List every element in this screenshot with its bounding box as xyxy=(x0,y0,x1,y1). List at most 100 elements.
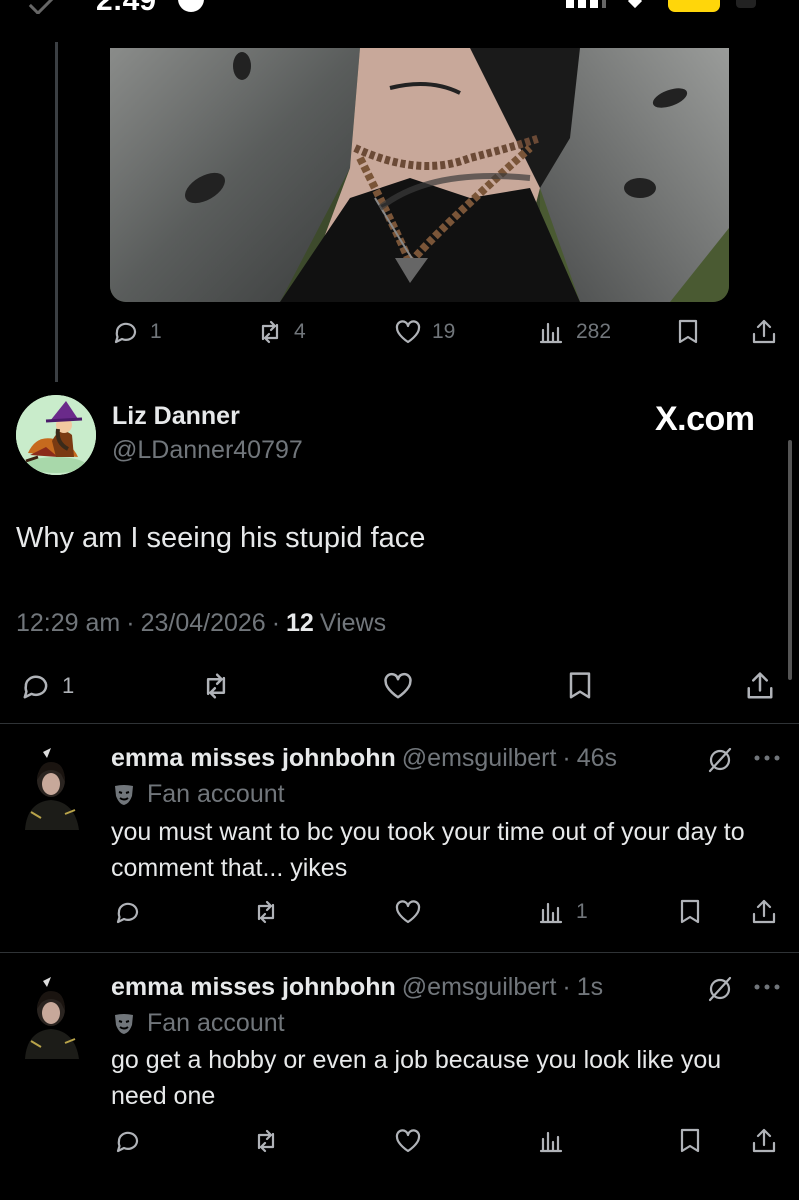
reply-like-button[interactable] xyxy=(392,896,424,928)
bookmark-icon xyxy=(569,672,591,699)
reply-icon xyxy=(114,322,137,344)
fan-account-label: Fan account xyxy=(147,1009,285,1037)
meta-separator: · xyxy=(271,609,281,637)
views-icon xyxy=(539,1131,563,1153)
reply-icon xyxy=(23,675,48,699)
meta-separator: · xyxy=(562,744,571,772)
more-icon xyxy=(754,984,780,990)
reply-author-handle[interactable]: @emsguilbert xyxy=(402,973,557,1002)
repost-icon xyxy=(257,900,275,924)
reply-reply-button[interactable] xyxy=(112,1125,144,1157)
quoted-repost-count: 4 xyxy=(294,320,306,343)
reply-repost-button[interactable] xyxy=(250,896,282,928)
author-avatar[interactable] xyxy=(16,395,96,475)
bookmark-icon xyxy=(680,899,700,924)
reply-icon xyxy=(116,1131,139,1153)
reply-bookmark-button[interactable] xyxy=(674,1125,706,1157)
post-meta: 12:29 am · 23/04/2026 · 12 Views xyxy=(16,609,386,638)
main-like-button[interactable] xyxy=(380,668,416,704)
reply-item[interactable]: emma misses johnbohn @emsguilbert · 1s F… xyxy=(0,953,799,1200)
status-dot-icon xyxy=(178,0,204,12)
share-icon xyxy=(747,672,773,699)
post-text: Why am I seeing his stupid face xyxy=(16,522,426,554)
quoted-repost-button[interactable]: 4 xyxy=(254,316,306,348)
share-icon xyxy=(752,319,776,344)
author-handle[interactable]: @LDanner40797 xyxy=(112,436,303,465)
reply-icon xyxy=(116,902,139,924)
wifi-icon xyxy=(627,0,643,9)
main-share-button[interactable] xyxy=(742,668,778,704)
reply-avatar[interactable] xyxy=(17,973,87,1059)
meta-separator: · xyxy=(562,973,571,1001)
quoted-reply-button[interactable]: 1 xyxy=(110,316,162,348)
reply-bookmark-button[interactable] xyxy=(674,896,706,928)
reply-share-button[interactable] xyxy=(748,1125,780,1157)
main-reply-count: 1 xyxy=(62,673,75,698)
battery-icon xyxy=(668,0,720,12)
emma-avatar-image xyxy=(17,744,87,830)
views-icon xyxy=(539,322,563,344)
scrollbar[interactable] xyxy=(788,440,792,680)
grok-button[interactable] xyxy=(704,973,736,1010)
mask-icon xyxy=(115,784,133,805)
reply-author-handle[interactable]: @emsguilbert xyxy=(402,744,557,773)
reply-header: emma misses johnbohn @emsguilbert · 1s xyxy=(111,973,603,1002)
quoted-like-count: 19 xyxy=(432,320,456,343)
bookmark-icon xyxy=(680,1128,700,1153)
photo-image xyxy=(110,48,729,302)
reply-item[interactable]: emma misses johnbohn @emsguilbert · 46s … xyxy=(0,724,799,951)
quoted-like-button[interactable]: 19 xyxy=(392,316,455,348)
back-icon[interactable] xyxy=(28,0,55,14)
reply-avatar[interactable] xyxy=(17,744,87,830)
heart-icon xyxy=(395,320,421,344)
quoted-share-button[interactable] xyxy=(748,316,780,348)
heart-icon xyxy=(395,1129,421,1153)
reply-header: emma misses johnbohn @emsguilbert · 46s xyxy=(111,744,617,773)
views-label[interactable]: Views xyxy=(320,609,386,638)
reply-author-name[interactable]: emma misses johnbohn xyxy=(111,744,396,773)
witch-avatar-image xyxy=(16,395,96,475)
main-repost-button[interactable] xyxy=(198,668,234,704)
emma-avatar-image xyxy=(17,973,87,1059)
grok-icon xyxy=(708,976,732,1002)
more-button[interactable] xyxy=(752,746,782,775)
battery-cap-icon xyxy=(736,0,756,8)
reply-text: you must want to bc you took your time o… xyxy=(111,818,745,882)
reply-age[interactable]: 46s xyxy=(577,744,617,773)
reply-reply-button[interactable] xyxy=(112,896,144,928)
heart-icon xyxy=(384,672,412,699)
more-icon xyxy=(754,755,780,761)
grok-button[interactable] xyxy=(704,744,736,781)
author-name[interactable]: Liz Danner xyxy=(112,402,240,431)
post-date[interactable]: 23/04/2026 xyxy=(141,609,266,638)
more-button[interactable] xyxy=(752,975,782,1004)
reply-share-button[interactable] xyxy=(748,896,780,928)
quoted-bookmark-button[interactable] xyxy=(672,316,704,348)
reply-views-button[interactable]: 1 xyxy=(536,896,588,928)
status-bar: 2:49 xyxy=(0,0,799,14)
share-icon xyxy=(752,1128,776,1153)
reply-views-button[interactable] xyxy=(536,1125,576,1157)
reply-author-name[interactable]: emma misses johnbohn xyxy=(111,973,396,1002)
repost-icon xyxy=(206,673,226,699)
main-reply-button[interactable]: 1 xyxy=(18,668,74,704)
post-time[interactable]: 12:29 am xyxy=(16,609,120,638)
reply-like-button[interactable] xyxy=(392,1125,424,1157)
meta-separator: · xyxy=(126,609,135,637)
quoted-views-button[interactable]: 282 xyxy=(536,316,611,348)
quoted-views-count: 282 xyxy=(576,320,612,343)
reply-repost-button[interactable] xyxy=(250,1125,282,1157)
post-photo[interactable] xyxy=(110,48,729,302)
reply-age[interactable]: 1s xyxy=(577,973,603,1002)
views-icon xyxy=(539,902,563,924)
fan-account-badge: Fan account xyxy=(111,1009,285,1038)
bookmark-icon xyxy=(678,319,698,344)
views-count: 12 xyxy=(286,609,314,637)
main-bookmark-button[interactable] xyxy=(562,668,598,704)
grok-icon xyxy=(708,747,732,773)
reply-views-count: 1 xyxy=(576,900,588,923)
fan-account-label: Fan account xyxy=(147,780,285,808)
thread-line xyxy=(55,42,58,382)
reply-text: go get a hobby or even a job because you… xyxy=(111,1046,722,1110)
quoted-reply-count: 1 xyxy=(150,320,162,343)
